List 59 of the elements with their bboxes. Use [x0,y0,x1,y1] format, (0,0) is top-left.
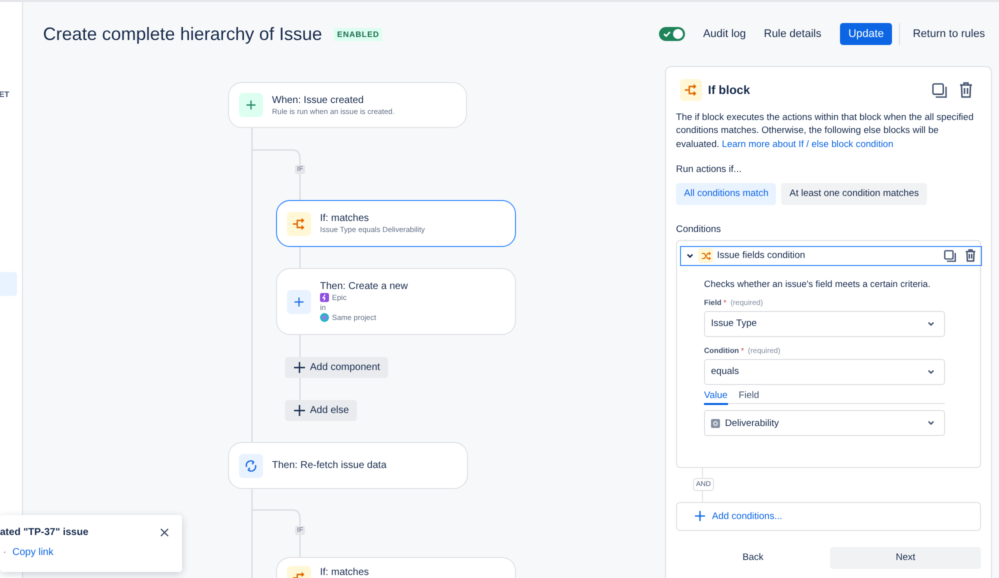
project-avatar-icon [320,313,329,322]
trash-icon[interactable] [965,249,976,262]
value-tab[interactable]: Field [738,390,760,404]
condition-title: Issue fields condition [717,250,806,262]
shuffle-icon [698,248,713,264]
panel-description: The if block executes the actions within that block when the all specified conditions matches. Otherwise, the following else blocks will be evaluated. Learn more about If / else block condition [676,110,975,150]
copy-icon[interactable] [932,82,947,98]
node-title: When: Issue created [272,94,365,106]
chevron-down-icon [927,368,935,376]
run-option[interactable]: All conditions match [676,182,776,205]
panel-title: If block [708,83,750,97]
add-conditions-button[interactable]: Add conditions... [676,502,981,531]
select-field[interactable]: Deliverability [704,410,945,436]
branch-icon [680,79,702,101]
conditions-label: Conditions [676,224,722,235]
header-link[interactable]: Audit log [703,28,746,40]
header-link[interactable]: Rule details [764,28,822,40]
run-label: Run actions if... [676,164,742,175]
trash-icon[interactable] [959,82,973,98]
node-title: Then: Create a new [320,281,408,292]
return-link[interactable]: Return to rules [912,28,985,40]
chevron-icon [686,252,694,260]
value-tab[interactable]: Value [704,390,728,405]
option-icon [711,418,720,428]
condition-header[interactable]: Issue fields condition [680,246,982,266]
plus-icon [695,511,705,522]
plus-icon [294,362,305,373]
chevron-down-icon [927,419,935,428]
copy-icon[interactable] [944,250,956,262]
rule-toggle[interactable] [659,27,686,41]
rule-node[interactable]: If: matches [276,557,516,578]
update-button[interactable]: Update [840,23,892,45]
back-button[interactable]: Back [676,546,830,569]
check-icon [662,29,672,39]
chevron-down-icon [927,320,935,328]
refresh-icon [239,454,263,478]
add-button[interactable]: Add else [285,400,357,421]
condition-description: Checks whether an issue's field meets a certain criteria. [704,278,932,289]
select-field[interactable]: Issue Type [704,310,945,337]
rule-node[interactable]: Then: Re-fetch issue data [228,442,468,489]
node-title: If: matches [320,213,370,224]
status-badge: ENABLED [334,28,382,40]
close-icon[interactable] [160,528,169,537]
select-field[interactable]: equals [704,358,945,385]
copy-link[interactable]: Copy link [12,547,54,558]
add-button[interactable]: Add component [285,357,388,378]
plus-icon [239,93,263,117]
separator-dot: · [3,547,6,558]
toast-message: ated "TP-37" issue [0,527,88,538]
node-title: Then: Re-fetch issue data [272,460,387,471]
node-title: If: matches [320,567,369,578]
rule-title: Create complete hierarchy of Issue [43,24,322,44]
branch-icon [287,212,311,236]
plus-icon [287,290,311,314]
next-button[interactable]: Next [830,546,981,569]
plus-icon [294,405,305,416]
lightning-icon [320,293,329,302]
run-option[interactable]: At least one condition matches [781,182,927,205]
learn-more-link[interactable]: Learn more about If / else block condition [722,138,894,149]
